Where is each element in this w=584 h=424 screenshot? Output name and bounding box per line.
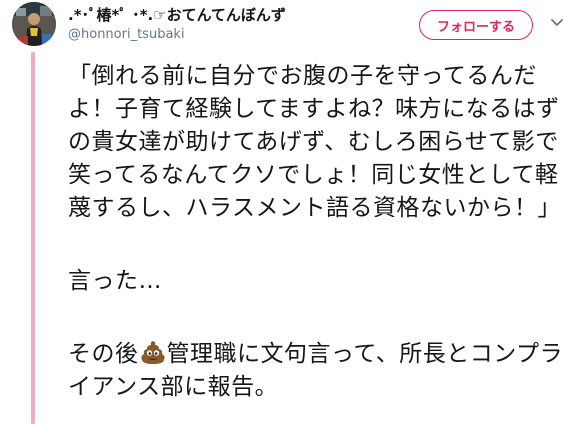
tweet-paragraph: その後 管理職に文句言って、所長とコンプライアンス部に報告。 <box>68 338 576 404</box>
follow-button-label: フォローする <box>436 19 515 35</box>
thread-line <box>31 52 35 424</box>
avatar-image <box>12 2 56 46</box>
tweet-paragraph: 「倒れる前に自分でお腹の子を守ってるんだよ！子育て経験してますよね？味方になるは… <box>68 63 562 221</box>
tweet-text-segment: その後 <box>68 341 139 367</box>
pile-of-poo-icon <box>140 339 166 365</box>
screen-name[interactable]: @honnori_tsubaki <box>68 26 185 44</box>
display-name[interactable]: .*･ﾟ椿*ﾟ ･*.☞おてんてんぼんず <box>68 5 286 25</box>
follow-button[interactable]: フォローする <box>419 10 533 40</box>
tweet-text: 「倒れる前に自分でお腹の子を守ってるんだよ！子育て経験してますよね？味方になるは… <box>68 60 576 404</box>
more-options-button[interactable] <box>549 14 565 30</box>
chevron-down-icon <box>551 19 563 26</box>
avatar[interactable] <box>12 2 56 46</box>
tweet-paragraph: 言った… <box>68 268 162 294</box>
